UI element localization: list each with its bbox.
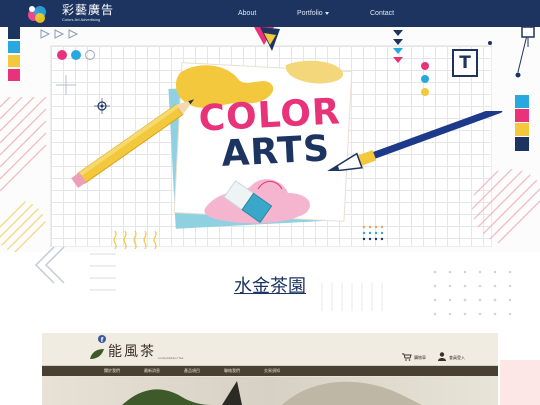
preview-landscape [122, 381, 422, 405]
node-diagram [488, 27, 535, 78]
triangle-column [393, 30, 403, 63]
right-color-strip [515, 95, 529, 151]
facebook-icon: f [98, 335, 106, 343]
eraser-icon [223, 180, 273, 223]
preview-nav-item: 聯絡我們 [224, 368, 240, 373]
preview-nav-item: 交易須知 [264, 368, 280, 373]
dot-column [421, 62, 429, 96]
preview-nav-item: 最新消息 [144, 368, 160, 373]
nav-portfolio[interactable]: Portfolio [297, 9, 329, 18]
preview-nav: 關於我們 最新消息 產品項目 聯絡我們 交易須知 [42, 366, 498, 376]
triangle-arrows [40, 29, 79, 39]
preview-nav-item: 關於我們 [104, 368, 120, 373]
chevron-down-icon [324, 11, 329, 15]
pen-tip-decoration [254, 27, 280, 51]
preview-cart-label: 購物車 [414, 355, 426, 360]
corner-pink-block [500, 360, 540, 405]
left-hatch [0, 97, 47, 192]
color-dots [57, 50, 95, 60]
typography-badge: T [452, 49, 478, 77]
svg-text:ARTS: ARTS [220, 128, 330, 171]
left-hatch-circle [0, 201, 46, 252]
leaf-icon [90, 349, 104, 359]
top-navbar: 彩藝廣告 Colors Art Advertising About Portfo… [0, 0, 540, 27]
brand-name[interactable]: 彩藝廣告 [62, 4, 114, 16]
preview-logo-text: 能風茶 [108, 344, 156, 360]
pencil-icon [71, 99, 195, 188]
hero-title-line2: ARTS [220, 128, 330, 171]
logo-mark-icon [28, 6, 46, 23]
preview-member-label: 會員登入 [449, 355, 465, 360]
preview-subtitle: Limited Edition Tea [158, 356, 184, 360]
section-title-wrap: 水金茶園 [0, 272, 540, 298]
preview-body [42, 377, 498, 405]
wavy-lines [113, 230, 157, 249]
left-color-strip [8, 27, 20, 81]
hero-title: COLOR ARTS [198, 91, 342, 171]
right-hatch-circle [472, 169, 540, 245]
portfolio-preview[interactable]: f 能風茶 Limited Edition Tea 購物車 會員登入 關於我們 … [42, 333, 498, 405]
hero-banner: T COLOR ARTS [0, 27, 540, 252]
nav-contact[interactable]: Contact [370, 9, 394, 18]
user-icon [438, 352, 446, 361]
cart-icon [402, 353, 412, 361]
brand-tagline: Colors Art Advertising [62, 17, 101, 22]
svg-text:f: f [101, 337, 104, 343]
paintbrush-icon [326, 111, 503, 171]
section-title-link[interactable]: 水金茶園 [234, 276, 306, 297]
nav-portfolio-label: Portfolio [297, 10, 323, 17]
preview-header: f 能風茶 Limited Edition Tea 購物車 會員登入 [42, 333, 498, 366]
nav-about[interactable]: About [238, 9, 256, 18]
preview-nav-item: 產品項目 [184, 368, 200, 373]
